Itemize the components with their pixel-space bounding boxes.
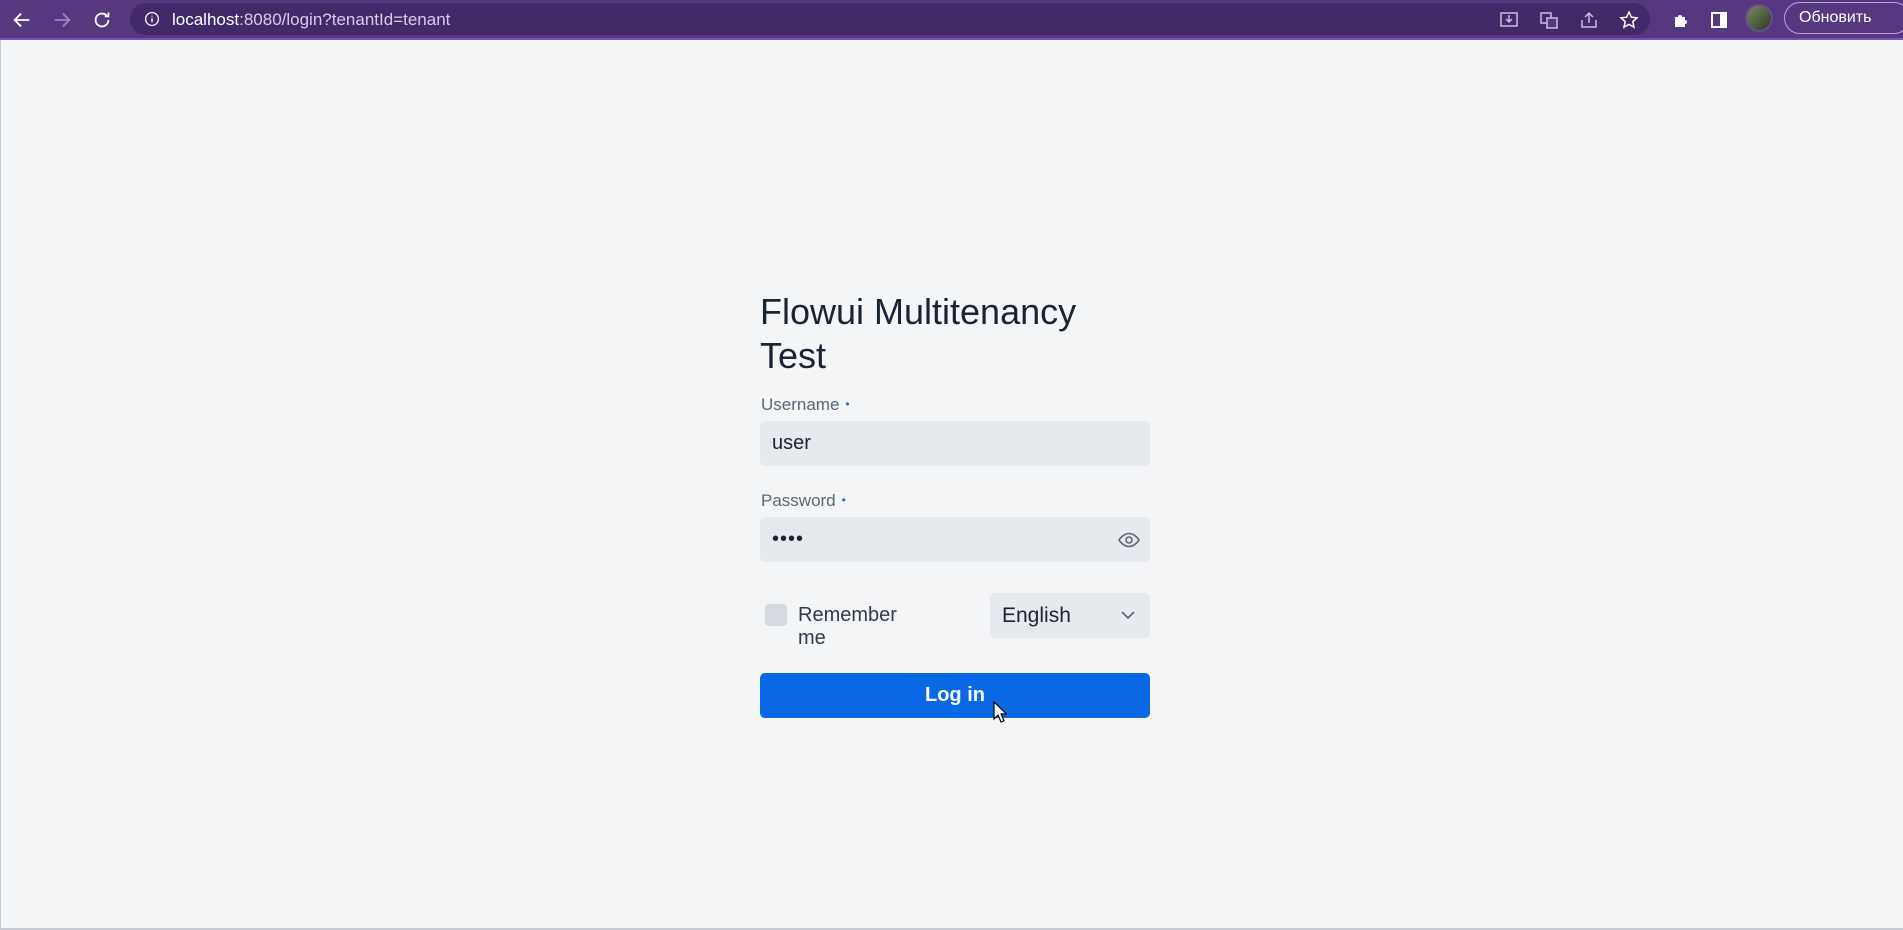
- password-field[interactable]: ••••: [760, 517, 1150, 562]
- info-icon[interactable]: [142, 9, 162, 29]
- required-indicator: •: [841, 493, 846, 507]
- show-password-icon[interactable]: [1116, 527, 1142, 553]
- login-form: Flowui Multitenancy Test: [760, 290, 1150, 378]
- language-value: English: [1002, 604, 1071, 627]
- translate-icon[interactable]: [1534, 5, 1564, 35]
- update-button[interactable]: Обновить: [1784, 2, 1903, 34]
- username-field[interactable]: user: [760, 421, 1150, 466]
- login-button[interactable]: Log in: [760, 673, 1150, 718]
- mouse-cursor-icon: [993, 701, 1007, 723]
- remember-me-label[interactable]: Remember me: [798, 604, 897, 650]
- share-icon[interactable]: [1574, 5, 1604, 35]
- forward-icon[interactable]: [46, 4, 78, 36]
- back-icon[interactable]: [6, 4, 38, 36]
- install-app-icon[interactable]: [1494, 5, 1524, 35]
- extensions-icon[interactable]: [1666, 5, 1696, 35]
- profile-avatar[interactable]: [1745, 4, 1773, 32]
- side-panel-icon[interactable]: [1704, 5, 1734, 35]
- password-label: Password •: [761, 491, 846, 510]
- bookmark-star-icon[interactable]: [1614, 5, 1644, 35]
- browser-toolbar: localhost:8080/login?tenantId=tenant Обн…: [0, 0, 1903, 40]
- reload-icon[interactable]: [86, 4, 118, 36]
- address-bar[interactable]: localhost:8080/login?tenantId=tenant: [130, 3, 1650, 35]
- page-title: Flowui Multitenancy Test: [760, 291, 1077, 376]
- url-text: localhost:8080/login?tenantId=tenant: [172, 10, 451, 29]
- language-select[interactable]: English: [990, 593, 1150, 638]
- remember-me-checkbox[interactable]: [765, 604, 787, 626]
- required-indicator: •: [845, 397, 850, 411]
- page-left-edge: [0, 40, 1, 930]
- chevron-down-icon: [1121, 611, 1135, 620]
- password-value: ••••: [772, 528, 805, 550]
- username-label: Username •: [761, 395, 850, 414]
